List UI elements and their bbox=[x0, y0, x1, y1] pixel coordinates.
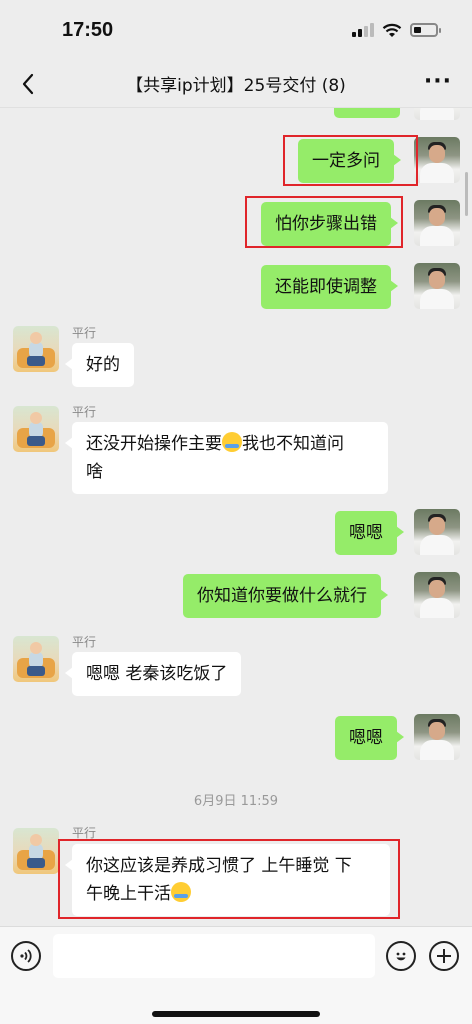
scrollbar[interactable] bbox=[465, 172, 468, 216]
message-list[interactable]: 一定多问 怕你步骤出错 还能即使调整 平行 好的 平行 还没开始操作主要 我也不知… bbox=[0, 108, 472, 926]
status-bar: 17:50 bbox=[0, 0, 472, 60]
voice-button[interactable] bbox=[11, 941, 41, 971]
avatar-other[interactable] bbox=[13, 828, 59, 874]
emoji-icon bbox=[396, 952, 406, 961]
plus-button[interactable] bbox=[429, 941, 459, 971]
more-button[interactable]: ··· bbox=[423, 69, 452, 94]
message-input[interactable] bbox=[53, 934, 375, 978]
back-button[interactable] bbox=[14, 70, 42, 98]
voice-icon bbox=[20, 949, 32, 963]
avatar-other[interactable] bbox=[13, 636, 59, 682]
message-text: 我也不知道问 bbox=[242, 434, 344, 454]
avatar-other[interactable] bbox=[13, 326, 59, 372]
sender-name: 平行 bbox=[72, 326, 97, 340]
chevron-left-icon bbox=[22, 73, 34, 95]
message-bubble[interactable]: 还能即使调整 bbox=[261, 265, 398, 309]
avatar-self[interactable] bbox=[414, 714, 460, 760]
message-bubble[interactable]: 嗯嗯 bbox=[335, 511, 404, 555]
message-bubble[interactable]: 好的 bbox=[65, 343, 134, 387]
crying-laughing-emoji-icon bbox=[222, 432, 242, 452]
message-bubble[interactable]: 嗯嗯 老秦该吃饭了 bbox=[64, 652, 242, 696]
sender-name: 平行 bbox=[72, 635, 97, 649]
chat-header: 【共享ip计划】25号交付 (8) ··· bbox=[0, 60, 472, 108]
message-bubble[interactable]: 还没开始操作主要 我也不知道问 啥 bbox=[65, 422, 388, 494]
message-text: 啥 bbox=[86, 462, 103, 482]
avatar-self[interactable] bbox=[414, 108, 460, 120]
status-time: 17:50 bbox=[62, 18, 114, 41]
chat-title: 【共享ip计划】25号交付 (8) bbox=[126, 76, 346, 96]
avatar-self[interactable] bbox=[414, 137, 460, 183]
message-bubble[interactable]: 嗯嗯 bbox=[335, 716, 404, 760]
plus-icon bbox=[437, 949, 451, 963]
highlight-box bbox=[245, 196, 403, 248]
highlight-box bbox=[58, 839, 400, 919]
message-text: 还没开始操作主要 bbox=[86, 434, 222, 454]
message-timestamp: 6月9日 11:59 bbox=[193, 794, 279, 809]
avatar-other[interactable] bbox=[13, 406, 59, 452]
avatar-self[interactable] bbox=[414, 200, 460, 246]
input-bar bbox=[0, 926, 472, 1024]
avatar-self[interactable] bbox=[414, 509, 460, 555]
status-icons bbox=[352, 23, 441, 38]
avatar-self[interactable] bbox=[414, 263, 460, 309]
message-bubble[interactable]: 你知道你要做什么就行 bbox=[183, 574, 388, 618]
avatar-self[interactable] bbox=[414, 572, 460, 618]
highlight-box bbox=[283, 135, 418, 186]
home-indicator[interactable] bbox=[152, 1011, 320, 1017]
message-bubble-partial[interactable] bbox=[334, 108, 407, 118]
wifi-icon bbox=[382, 23, 402, 37]
emoji-button[interactable] bbox=[386, 941, 416, 971]
more-dots-icon: ··· bbox=[423, 69, 452, 94]
battery-icon bbox=[410, 23, 441, 37]
sender-name: 平行 bbox=[72, 405, 97, 419]
signal-icon bbox=[352, 23, 374, 37]
